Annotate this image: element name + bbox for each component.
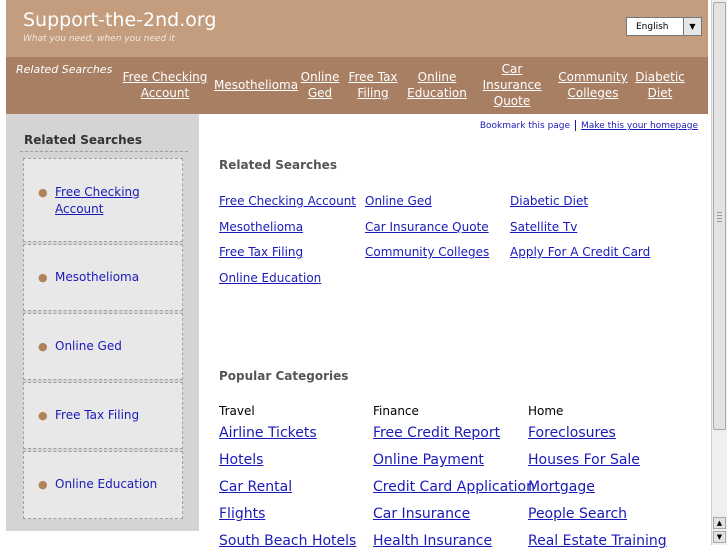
nav-item-line: Quote	[493, 94, 531, 108]
nav-item-line: Free Tax	[348, 70, 398, 84]
site-title[interactable]: Support-the-2nd.org	[23, 9, 216, 31]
nav-item-line: Community	[558, 70, 628, 84]
sidebar-item-free-checking-account[interactable]: ● Free Checking Account	[23, 158, 183, 242]
related-link[interactable]: Free Checking Account	[219, 194, 356, 208]
bullet-icon: ●	[38, 340, 48, 353]
related-link[interactable]: Car Insurance Quote	[365, 220, 489, 234]
related-link[interactable]: Mesothelioma	[219, 220, 303, 234]
related-link[interactable]: Satellite Tv	[510, 220, 577, 234]
category-link[interactable]: South Beach Hotels	[219, 533, 356, 549]
nav-item-line: Online	[300, 70, 340, 84]
bookmark-link[interactable]: Bookmark this page	[480, 121, 570, 131]
bullet-icon: ●	[38, 186, 48, 199]
nav-item-line: Ged	[307, 86, 333, 100]
nav-label: Related Searches	[16, 63, 113, 76]
related-link[interactable]: Online Ged	[365, 194, 432, 208]
nav-item-online-education[interactable]: Online Education	[406, 69, 468, 101]
nav-item-free-tax-filing[interactable]: Free Tax Filing	[344, 69, 402, 101]
category-link[interactable]: Online Payment	[373, 452, 484, 468]
category-link[interactable]: Flights	[219, 506, 265, 522]
category-link[interactable]: Houses For Sale	[528, 452, 640, 468]
sidebar-list: ● Free Checking Account ● Mesothelioma ●…	[20, 151, 188, 525]
sidebar-item-free-tax-filing[interactable]: ● Free Tax Filing	[23, 382, 183, 449]
sidebar-item-label[interactable]: Mesothelioma	[55, 269, 173, 286]
sidebar-item-label[interactable]: Online Education	[55, 476, 173, 493]
divider	[575, 120, 577, 131]
category-link[interactable]: Airline Tickets	[219, 425, 317, 441]
site-header: Support-the-2nd.org What you need, when …	[6, 0, 708, 57]
bullet-icon: ●	[38, 478, 48, 491]
language-select[interactable]: English ▼	[626, 17, 702, 36]
sidebar-item-mesothelioma[interactable]: ● Mesothelioma	[23, 244, 183, 311]
category-link[interactable]: Hotels	[219, 452, 263, 468]
category-link[interactable]: Real Estate Training	[528, 533, 667, 549]
nav-item-line: Free Checking	[122, 70, 208, 84]
sidebar: Related Searches ● Free Checking Account…	[6, 114, 199, 531]
arrow-up-icon[interactable]: ▲	[713, 517, 726, 529]
homepage-link[interactable]: Make this your homepage	[581, 121, 698, 131]
category-link[interactable]: Foreclosures	[528, 425, 616, 441]
nav-item-line: Education	[407, 86, 467, 100]
category-link[interactable]: Car Insurance	[373, 506, 470, 522]
sidebar-item-online-ged[interactable]: ● Online Ged	[23, 313, 183, 380]
sidebar-item-label[interactable]: Online Ged	[55, 338, 173, 355]
vertical-scrollbar[interactable]: ▲ ▼	[711, 0, 727, 545]
sidebar-item-online-education[interactable]: ● Online Education	[23, 451, 183, 519]
nav-item-line: Mesothelioma	[214, 78, 299, 92]
arrow-down-icon[interactable]: ▼	[713, 531, 726, 543]
nav-item-free-checking-account[interactable]: Free Checking Account	[122, 69, 208, 101]
nav-item-line: Filing	[357, 86, 389, 100]
nav-item-line: Car	[501, 62, 523, 76]
popular-categories-title: Popular Categories	[219, 369, 349, 383]
language-value: English	[636, 22, 669, 32]
related-link[interactable]: Online Education	[219, 271, 321, 285]
nav-item-online-ged[interactable]: Online Ged	[300, 69, 340, 101]
category-link[interactable]: Health Insurance	[373, 533, 492, 549]
nav-item-car-insurance-quote[interactable]: Car Insurance Quote	[480, 61, 544, 109]
nav-item-community-colleges[interactable]: Community Colleges	[557, 69, 629, 101]
category-link[interactable]: Car Rental	[219, 479, 292, 495]
sidebar-title: Related Searches	[24, 133, 142, 147]
category-heading-home: Home	[528, 404, 564, 418]
nav-item-line: Colleges	[567, 86, 619, 100]
nav-item-line: Online	[417, 70, 457, 84]
nav-item-mesothelioma[interactable]: Mesothelioma	[214, 77, 298, 93]
bullet-icon: ●	[38, 409, 48, 422]
category-heading-finance: Finance	[373, 404, 419, 418]
nav-item-line: Insurance	[482, 78, 542, 92]
nav-item-line: Account	[140, 86, 190, 100]
related-link[interactable]: Apply For A Credit Card	[510, 245, 650, 259]
sidebar-item-label[interactable]: Free Tax Filing	[55, 407, 173, 424]
related-link[interactable]: Free Tax Filing	[219, 245, 303, 259]
chevron-down-icon[interactable]: ▼	[683, 18, 701, 35]
site-tagline: What you need, when you need it	[23, 34, 176, 44]
nav-item-line: Diet	[647, 86, 673, 100]
grip-icon	[717, 212, 722, 222]
bullet-icon: ●	[38, 271, 48, 284]
nav-item-line: Diabetic	[635, 70, 685, 84]
sidebar-item-label[interactable]: Free Checking Account	[55, 184, 173, 218]
category-heading-travel: Travel	[219, 404, 255, 418]
related-link[interactable]: Diabetic Diet	[510, 194, 588, 208]
category-link[interactable]: Credit Card Application	[373, 479, 535, 495]
bookmark-links: Bookmark this page Make this your homepag…	[480, 120, 698, 131]
related-searches-bar: Related Searches Free Checking Account M…	[6, 57, 708, 114]
category-link[interactable]: Mortgage	[528, 479, 595, 495]
related-link[interactable]: Community Colleges	[365, 245, 489, 259]
category-link[interactable]: Free Credit Report	[373, 425, 500, 441]
nav-item-diabetic-diet[interactable]: Diabetic Diet	[634, 69, 686, 101]
category-link[interactable]: People Search	[528, 506, 627, 522]
scrollbar-thumb[interactable]	[713, 2, 726, 430]
related-searches-title: Related Searches	[219, 158, 337, 172]
